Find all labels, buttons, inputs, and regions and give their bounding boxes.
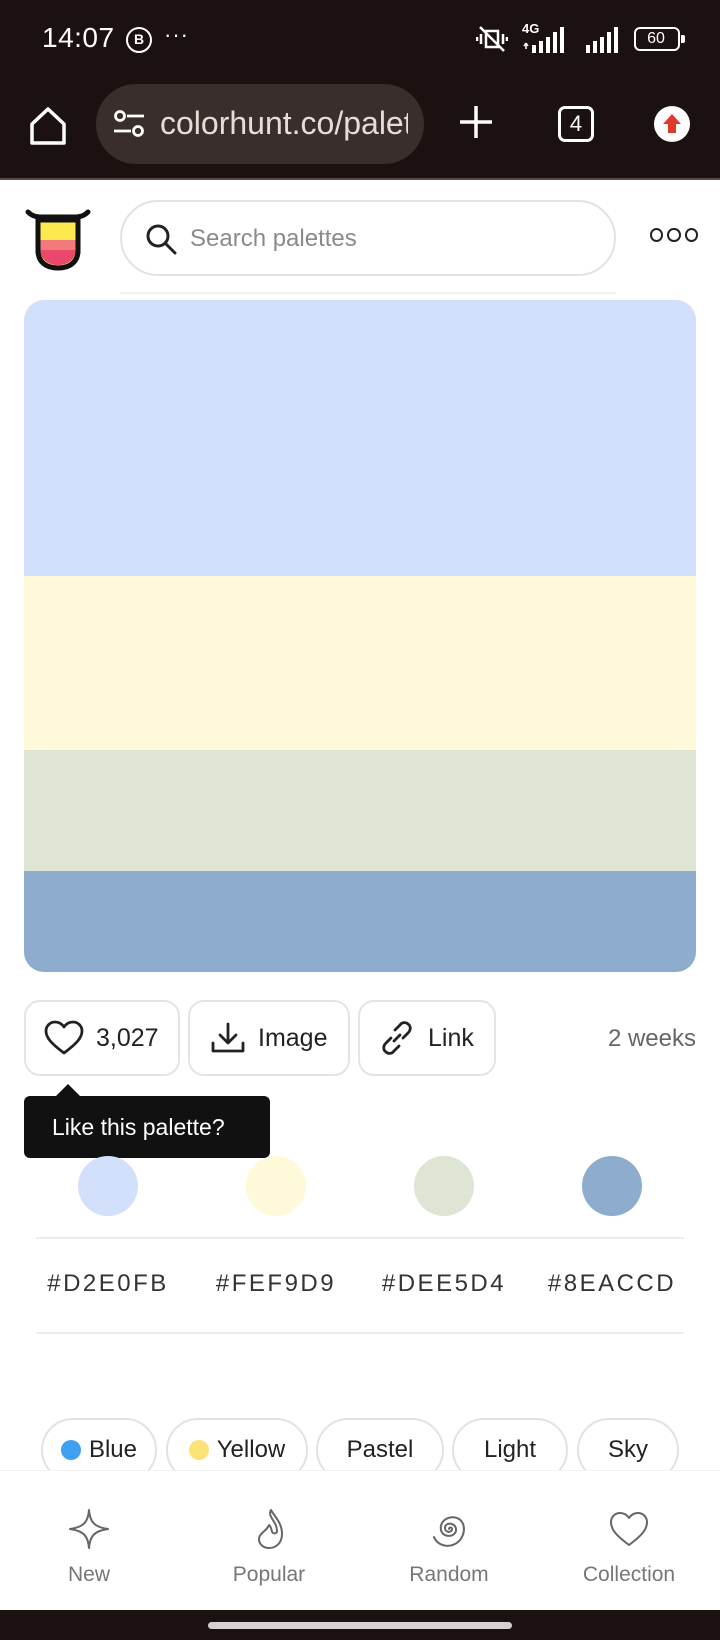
hex-code-4[interactable]: #8EACCD [528, 1270, 696, 1298]
status-bar: 14:07 B ··· 4G 60 [0, 0, 720, 78]
nav-collection[interactable]: Collection [554, 1507, 704, 1587]
heart-icon [44, 1020, 84, 1055]
sparkle-icon [69, 1509, 109, 1549]
tag-label: Sky [607, 1436, 648, 1463]
signal-strength-icon [586, 27, 618, 53]
like-count: 3,027 [96, 1023, 159, 1052]
hex-divider-top [36, 1237, 684, 1239]
gesture-bar [0, 1610, 720, 1640]
hex-code-3[interactable]: #DEE5D4 [360, 1270, 528, 1298]
more-notifications-icon: ··· [164, 22, 189, 47]
hex-code-1[interactable]: #D2E0FB [24, 1270, 192, 1298]
search-box[interactable] [120, 200, 616, 276]
tab-switcher-button[interactable]: 4 [558, 106, 594, 142]
heart-icon [610, 1512, 648, 1546]
search-input[interactable] [190, 220, 590, 258]
b-notification-icon: B [126, 27, 152, 53]
hex-divider-bottom [36, 1332, 684, 1334]
nav-label: New [67, 1563, 110, 1586]
color-dot-1[interactable] [78, 1156, 138, 1216]
mobile-signal-icon: 4G [522, 21, 570, 53]
like-button[interactable]: 3,027 [24, 1000, 180, 1076]
browser-toolbar: colorhunt.co/palette 4 [0, 78, 720, 180]
download-icon [211, 1022, 245, 1053]
tag-label: Light [483, 1436, 537, 1463]
battery-level: 60 [647, 30, 665, 47]
address-bar[interactable]: colorhunt.co/palette [96, 84, 424, 164]
link-icon [382, 1021, 412, 1055]
search-icon [146, 224, 177, 255]
colorhunt-logo-icon[interactable] [24, 200, 92, 272]
flame-icon [258, 1509, 283, 1549]
blue-dot-icon [60, 1440, 81, 1460]
hex-code-2[interactable]: #FEF9D9 [192, 1270, 360, 1298]
copy-link-button[interactable]: Link [358, 1000, 496, 1076]
new-tab-icon[interactable] [456, 102, 496, 142]
nav-label: Collection [582, 1563, 676, 1586]
palette-swatch-1[interactable] [24, 300, 696, 576]
bottom-navigation: New Popular Random Collection [0, 1470, 720, 1610]
tag-label: Pastel [346, 1436, 414, 1463]
status-time: 14:07 [42, 22, 115, 53]
palette-preview[interactable] [24, 300, 696, 972]
site-settings-icon[interactable] [112, 108, 146, 140]
download-image-button[interactable]: Image [188, 1000, 350, 1076]
yellow-dot-icon [188, 1440, 209, 1460]
system-icons: 4G 60 [476, 21, 685, 54]
update-arrow-icon[interactable] [654, 106, 690, 142]
color-dot-2[interactable] [246, 1156, 306, 1216]
home-icon[interactable] [26, 104, 70, 148]
battery-icon: 60 [634, 27, 685, 51]
palette-swatch-2[interactable] [24, 576, 696, 750]
palette-age: 2 weeks [607, 1025, 696, 1052]
image-label: Image [258, 1023, 328, 1052]
color-dot-4[interactable] [582, 1156, 642, 1216]
header-divider [120, 292, 616, 294]
home-indicator[interactable] [208, 1622, 512, 1629]
nav-popular[interactable]: Popular [194, 1507, 344, 1587]
nav-label: Popular [232, 1563, 306, 1586]
nav-new[interactable]: New [14, 1507, 164, 1587]
palette-swatch-3[interactable] [24, 750, 696, 871]
link-label: Link [428, 1023, 474, 1052]
nav-random[interactable]: Random [374, 1507, 524, 1587]
nav-label: Random [409, 1563, 489, 1586]
tag-label: Yellow [216, 1436, 286, 1463]
color-dot-3[interactable] [414, 1156, 474, 1216]
spiral-icon [433, 1516, 465, 1547]
more-options-icon[interactable] [650, 228, 698, 248]
palette-swatch-4[interactable] [24, 871, 696, 972]
tag-label: Blue [88, 1436, 138, 1463]
like-tooltip: Like this palette? [24, 1084, 270, 1158]
vibrate-mute-icon [476, 26, 508, 52]
url-text[interactable]: colorhunt.co/palette [160, 105, 408, 142]
